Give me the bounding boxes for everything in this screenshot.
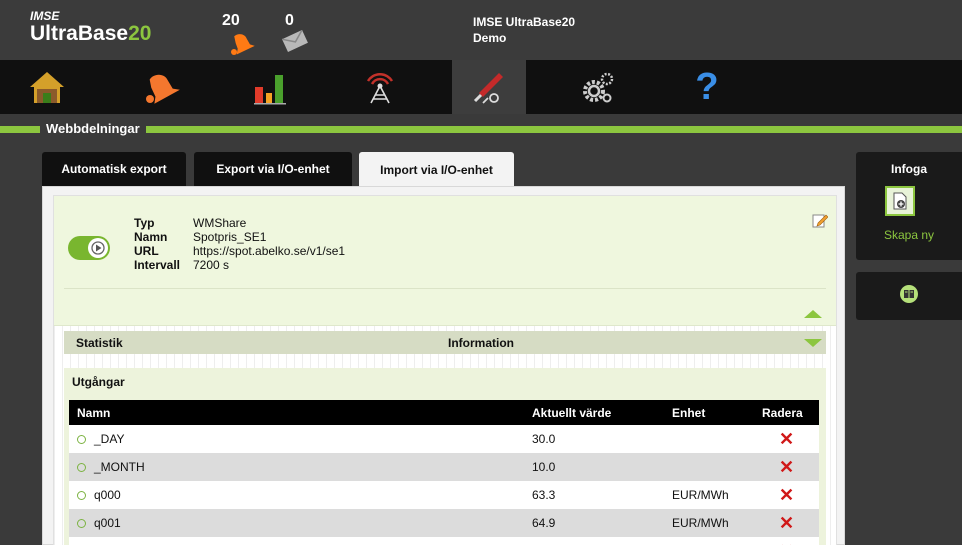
edit-icon[interactable] — [812, 212, 829, 231]
nav-communication[interactable] — [343, 60, 417, 114]
content-panel: Typ WMShare Namn Spotpris_SE1 URL https://s… — [42, 186, 845, 545]
row-name: _DAY — [94, 432, 125, 446]
nav-tools[interactable] — [452, 60, 526, 114]
collapse-arrow-icon[interactable] — [804, 310, 822, 318]
insert-title: Infoga — [891, 162, 927, 176]
table-row[interactable]: q001 64.9 EUR/MWh ✕ — [69, 509, 819, 537]
outputs-section: Utgångar Namn Aktuellt värde Enhet Rader… — [64, 368, 826, 545]
row-value: 30.0 — [532, 432, 556, 446]
row-value: 10.0 — [532, 460, 556, 474]
tools-icon — [473, 73, 503, 104]
interval-label: Intervall — [134, 258, 181, 272]
delete-icon[interactable]: ✕ — [779, 457, 794, 477]
system-name: IMSE UltraBase20 — [473, 15, 576, 29]
logo-small-text: IMSE — [30, 9, 60, 23]
status-circle-icon — [77, 491, 86, 501]
main-nav: ? — [0, 60, 962, 114]
home-icon — [30, 72, 64, 103]
table-row[interactable]: _DAY 30.0 ✕ — [69, 425, 819, 453]
delete-icon[interactable]: ✕ — [779, 541, 794, 545]
statistics-label: Statistik — [76, 336, 123, 350]
nav-alarms[interactable] — [125, 60, 199, 114]
delete-icon[interactable]: ✕ — [779, 485, 794, 505]
enable-toggle[interactable] — [68, 236, 110, 260]
connection-info: Typ WMShare Namn Spotpris_SE1 URL https://s… — [54, 196, 836, 326]
app-header: IMSE UltraBase20 20 0 IMSE UltraBase20 D… — [0, 0, 962, 60]
create-new-label[interactable]: Skapa ny — [856, 228, 962, 242]
tab-export-io[interactable]: Export via I/O-enhet — [194, 152, 352, 186]
interval-value: 7200 s — [193, 258, 230, 272]
row-unit — [664, 453, 754, 481]
gears-icon — [583, 72, 614, 103]
tab-automatic-export[interactable]: Automatisk export — [42, 152, 186, 186]
type-label: Typ — [134, 216, 155, 230]
table-header-row: Namn Aktuellt värde Enhet Radera — [69, 400, 819, 425]
status-circle-icon — [77, 519, 86, 529]
alarm-bell-icon — [146, 74, 180, 104]
delete-icon[interactable]: ✕ — [779, 513, 794, 533]
row-value: 64.9 — [532, 516, 556, 530]
status-circle-icon — [77, 435, 86, 445]
system-sub: Demo — [473, 31, 507, 45]
outputs-label: Utgångar — [72, 375, 125, 389]
row-value: 63.0 — [524, 537, 664, 545]
manual-book-icon[interactable] — [899, 284, 919, 307]
section-title: Webbdelningar — [40, 120, 146, 138]
system-title: IMSE UltraBase20 Demo — [473, 14, 575, 46]
row-value: 63.3 — [532, 488, 556, 502]
delete-icon[interactable]: ✕ — [779, 429, 794, 449]
create-new-button[interactable] — [885, 186, 915, 216]
row-unit: EUR/MWh — [664, 537, 754, 545]
bar-chart-icon — [254, 75, 286, 105]
insert-panel: Infoga Skapa ny — [856, 152, 962, 260]
logo-main-text: UltraBase — [30, 22, 129, 45]
alarm-bell-icon[interactable] — [228, 30, 256, 59]
logo[interactable]: IMSE UltraBase20 — [30, 10, 151, 46]
information-label: Information — [448, 336, 514, 350]
name-label: Namn — [134, 230, 168, 244]
row-unit: EUR/MWh — [672, 488, 729, 502]
info-details: Typ WMShare Namn Spotpris_SE1 URL https://s… — [134, 216, 345, 272]
outputs-table: Namn Aktuellt värde Enhet Radera _DAY 30… — [69, 400, 819, 545]
table-row[interactable]: _MONTH 10.0 ✕ — [69, 453, 819, 481]
nav-settings[interactable] — [561, 60, 635, 114]
url-value: https://spot.abelko.se/v1/se1 — [193, 244, 346, 258]
status-circle-icon — [77, 463, 86, 473]
help-icon: ? — [695, 65, 719, 108]
row-unit — [664, 425, 754, 453]
section-header: Webbdelningar — [0, 120, 962, 138]
col-value: Aktuellt värde — [532, 405, 612, 420]
row-unit: EUR/MWh — [672, 516, 729, 530]
new-document-icon — [893, 192, 907, 210]
url-label: URL — [134, 244, 159, 258]
row-name: q001 — [94, 516, 121, 530]
nav-help[interactable]: ? — [670, 60, 744, 114]
envelope-icon[interactable] — [280, 29, 310, 55]
col-unit: Enhet — [672, 405, 706, 420]
message-count: 0 — [285, 12, 294, 29]
row-name: _MONTH — [94, 460, 145, 474]
manual-panel — [856, 272, 962, 320]
col-name: Namn — [77, 405, 111, 420]
tab-import-io[interactable]: Import via I/O-enhet — [359, 152, 514, 188]
logo-num-text: 20 — [128, 22, 152, 45]
play-icon — [88, 238, 108, 258]
table-row[interactable]: q000 63.3 EUR/MWh ✕ — [69, 481, 819, 509]
nav-charts[interactable] — [234, 60, 308, 114]
antenna-icon — [366, 72, 394, 104]
table-row[interactable]: q002 63.0 EUR/MWh ✕ — [69, 537, 819, 545]
expand-arrow-icon[interactable] — [804, 339, 822, 347]
name-value: Spotpris_SE1 — [193, 230, 267, 244]
row-name: q000 — [94, 488, 121, 502]
type-value: WMShare — [193, 216, 247, 230]
col-delete: Radera — [762, 405, 803, 420]
alarm-count: 20 — [222, 12, 240, 29]
nav-home[interactable] — [10, 60, 84, 114]
statistics-bar[interactable]: Statistik Information — [64, 331, 826, 354]
